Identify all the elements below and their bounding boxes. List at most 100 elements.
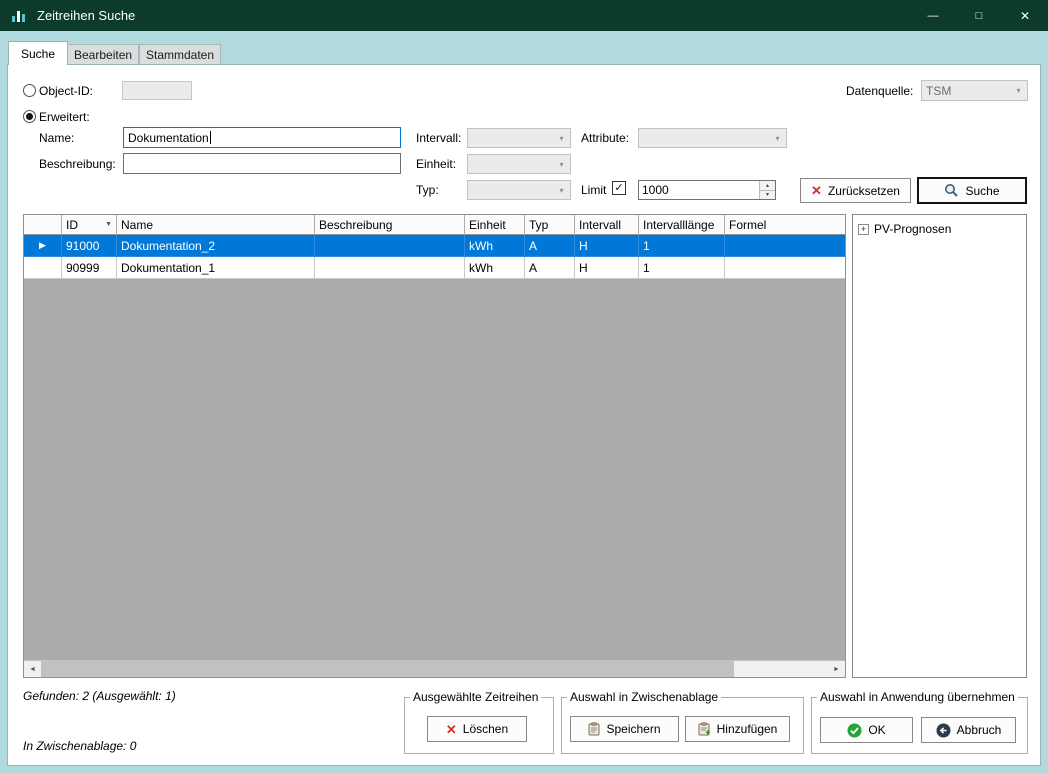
- cancel-button[interactable]: Abbruch: [921, 717, 1016, 743]
- name-input[interactable]: Dokumentation: [123, 127, 401, 148]
- limit-checkbox[interactable]: ✓: [612, 181, 626, 195]
- text-caret: [210, 131, 211, 144]
- intervall-dropdown: ▾: [467, 128, 571, 148]
- titlebar: Zeitreihen Suche — □ ✕: [0, 0, 1048, 31]
- red-x-icon: ✕: [446, 723, 457, 736]
- tree-panel: + PV-Prognosen: [852, 214, 1027, 678]
- column-header-id[interactable]: ID ▼: [62, 215, 117, 235]
- tab-suche[interactable]: Suche: [8, 41, 68, 65]
- scroll-left-button[interactable]: ◄: [24, 661, 41, 677]
- object-id-label: Object-ID:: [39, 84, 93, 98]
- group-selected-series: Ausgewählte Zeitreihen ✕ Löschen: [404, 697, 554, 754]
- beschreibung-input[interactable]: [123, 153, 401, 174]
- column-header-formel[interactable]: Formel: [725, 215, 845, 235]
- cell-id[interactable]: 91000: [62, 235, 117, 257]
- chevron-down-icon: ▾: [769, 134, 786, 143]
- datenquelle-label: Datenquelle:: [846, 84, 913, 98]
- cell-name[interactable]: Dokumentation_1: [117, 257, 315, 279]
- scrollbar-thumb[interactable]: [41, 661, 734, 677]
- limit-input[interactable]: 1000 ▴ ▾: [638, 180, 776, 200]
- cell-beschreibung[interactable]: [315, 257, 465, 279]
- caption-buttons: — □ ✕: [910, 0, 1048, 31]
- tree-item-label: PV-Prognosen: [874, 222, 951, 236]
- name-value: Dokumentation: [128, 131, 209, 145]
- column-header-selector[interactable]: [24, 215, 62, 235]
- erweitert-radio[interactable]: [23, 110, 36, 123]
- scroll-right-button[interactable]: ►: [828, 661, 845, 677]
- sort-desc-icon: ▼: [105, 221, 112, 228]
- chevron-down-icon: ▾: [553, 160, 570, 169]
- cell-typ[interactable]: A: [525, 235, 575, 257]
- cell-id[interactable]: 90999: [62, 257, 117, 279]
- column-header-label: ID: [66, 218, 78, 232]
- cell-intervall[interactable]: H: [575, 257, 639, 279]
- tab-bearbeiten[interactable]: Bearbeiten: [67, 44, 139, 64]
- save-to-clipboard-button[interactable]: Speichern: [570, 716, 679, 742]
- limit-spinner: ▴ ▾: [759, 181, 775, 199]
- check-icon: ✓: [614, 183, 623, 194]
- cell-einheit[interactable]: kWh: [465, 235, 525, 257]
- intervall-label: Intervall:: [416, 131, 461, 145]
- typ-dropdown: ▾: [467, 180, 571, 200]
- clipboard-icon: [588, 722, 600, 736]
- magnifier-icon: [944, 183, 959, 198]
- results-table: ID ▼ Name Beschreibung Einheit Typ Inter…: [23, 214, 846, 678]
- column-header-name[interactable]: Name: [117, 215, 315, 235]
- chevron-down-icon: ▾: [553, 134, 570, 143]
- attribute-label: Attribute:: [581, 131, 629, 145]
- delete-button[interactable]: ✕ Löschen: [427, 716, 527, 742]
- table-row[interactable]: ▶ 91000 Dokumentation_2 kWh A H 1: [24, 235, 845, 257]
- cell-formel[interactable]: [725, 257, 845, 279]
- column-header-einheit[interactable]: Einheit: [465, 215, 525, 235]
- spin-down-button[interactable]: ▾: [760, 191, 775, 200]
- add-button-label: Hinzufügen: [717, 722, 778, 736]
- cell-intervalllaenge[interactable]: 1: [639, 257, 725, 279]
- expand-icon[interactable]: +: [858, 224, 869, 235]
- cell-typ[interactable]: A: [525, 257, 575, 279]
- scrollbar-track[interactable]: [41, 661, 828, 677]
- column-header-beschreibung[interactable]: Beschreibung: [315, 215, 465, 235]
- horizontal-scrollbar[interactable]: ◄ ►: [24, 660, 845, 677]
- spin-up-button[interactable]: ▴: [760, 181, 775, 191]
- row-selector-cell[interactable]: ▶: [24, 235, 62, 257]
- cell-intervalllaenge[interactable]: 1: [639, 235, 725, 257]
- group-title: Ausgewählte Zeitreihen: [410, 690, 541, 704]
- chevron-down-icon: ▾: [553, 186, 570, 195]
- datenquelle-value: TSM: [926, 84, 951, 98]
- reset-button[interactable]: ✕ Zurücksetzen: [800, 178, 911, 203]
- cell-beschreibung[interactable]: [315, 235, 465, 257]
- cell-name[interactable]: Dokumentation_2: [117, 235, 315, 257]
- save-button-label: Speichern: [606, 722, 660, 736]
- maximize-button[interactable]: □: [956, 0, 1002, 31]
- table-empty-area: [24, 279, 845, 660]
- cell-einheit[interactable]: kWh: [465, 257, 525, 279]
- column-header-intervall[interactable]: Intervall: [575, 215, 639, 235]
- erweitert-label: Erweitert:: [39, 110, 90, 124]
- group-apply-selection: Auswahl in Anwendung übernehmen OK: [811, 697, 1028, 754]
- red-x-icon: ✕: [811, 184, 822, 197]
- column-header-intervalllaenge[interactable]: Intervalllänge: [639, 215, 725, 235]
- close-button[interactable]: ✕: [1002, 0, 1048, 31]
- minimize-button[interactable]: —: [910, 0, 956, 31]
- group-title: Auswahl in Zwischenablage: [567, 690, 721, 704]
- table-row[interactable]: 90999 Dokumentation_1 kWh A H 1: [24, 257, 845, 279]
- object-id-radio[interactable]: [23, 84, 36, 97]
- cell-formel[interactable]: [725, 235, 845, 257]
- add-to-clipboard-button[interactable]: Hinzufügen: [685, 716, 790, 742]
- row-selector-cell[interactable]: [24, 257, 62, 279]
- search-tab-page: Object-ID: Datenquelle: TSM ▾ Erweitert:…: [7, 64, 1041, 766]
- ok-button[interactable]: OK: [820, 717, 913, 743]
- window-title: Zeitreihen Suche: [37, 8, 135, 23]
- limit-label: Limit: [581, 183, 606, 197]
- table-header-row: ID ▼ Name Beschreibung Einheit Typ Inter…: [24, 215, 845, 235]
- tab-stammdaten[interactable]: Stammdaten: [139, 44, 221, 64]
- chevron-down-icon: ▾: [1010, 86, 1027, 95]
- typ-label: Typ:: [416, 183, 439, 197]
- cell-intervall[interactable]: H: [575, 235, 639, 257]
- limit-value: 1000: [639, 181, 759, 199]
- column-header-typ[interactable]: Typ: [525, 215, 575, 235]
- search-button[interactable]: Suche: [917, 177, 1027, 204]
- ok-check-icon: [847, 723, 862, 738]
- object-id-input: [122, 81, 192, 100]
- tree-item-pv-prognosen[interactable]: + PV-Prognosen: [858, 222, 951, 236]
